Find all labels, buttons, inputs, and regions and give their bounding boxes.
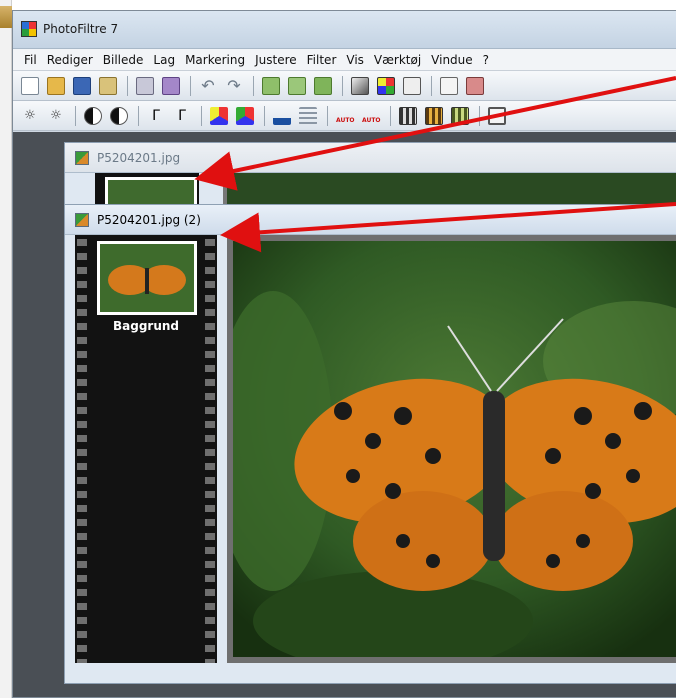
paste-icon[interactable] — [99, 76, 117, 95]
frame-icon[interactable] — [488, 106, 506, 125]
filmstrip-sprockets-right — [205, 235, 215, 663]
auto-contrast-icon[interactable]: AUTO — [362, 107, 381, 125]
gray-icon[interactable] — [351, 76, 369, 95]
menu-justere[interactable]: Justere — [250, 53, 302, 67]
sharpen-icon[interactable] — [273, 106, 291, 125]
toolbar-separator — [75, 105, 76, 126]
toolbar-separator — [431, 75, 432, 96]
layers-filmstrip: Baggrund — [75, 235, 217, 663]
document-title-back: P5204201.jpg — [97, 151, 181, 165]
save-icon[interactable] — [73, 76, 91, 95]
gamma-minus-icon[interactable]: Γ — [147, 107, 165, 125]
grid3-icon[interactable] — [451, 106, 469, 125]
menu-rediger[interactable]: Rediger — [42, 53, 98, 67]
contrast-plus-icon[interactable] — [110, 106, 128, 125]
menu-billede[interactable]: Billede — [98, 53, 149, 67]
filter-toolbar: ☼ ☼ Γ Γ AUTO AUTO — [13, 101, 676, 131]
menu-help[interactable]: ? — [478, 53, 494, 67]
gamma-plus-icon[interactable]: Γ — [173, 107, 191, 125]
menu-markering[interactable]: Markering — [180, 53, 250, 67]
menu-vindue[interactable]: Vindue — [426, 53, 478, 67]
saturation-plus-icon[interactable] — [236, 106, 254, 125]
toolbar-separator — [201, 105, 202, 126]
butterfly-photo-icon — [233, 241, 676, 657]
background-window-corner — [0, 6, 12, 28]
saturation-minus-icon[interactable] — [210, 106, 228, 125]
app-titlebar[interactable]: PhotoFiltre 7 — [13, 11, 676, 49]
toolbar-separator — [253, 75, 254, 96]
brightness-minus-icon[interactable]: ☼ — [21, 107, 39, 125]
menu-vis[interactable]: Vis — [341, 53, 369, 67]
toolbar-separator — [342, 75, 343, 96]
filmstrip-sprockets-left — [77, 235, 87, 663]
menu-filter[interactable]: Filter — [302, 53, 342, 67]
auto-levels-icon[interactable]: AUTO — [336, 107, 355, 125]
open-icon[interactable] — [47, 76, 65, 95]
menu-vaerktoej[interactable]: Værktøj — [369, 53, 426, 67]
toolbar-separator — [327, 105, 328, 126]
more-icon[interactable] — [466, 76, 484, 95]
menu-fil[interactable]: Fil — [19, 53, 42, 67]
photofiltre-logo-icon — [21, 21, 37, 37]
brightness-plus-icon[interactable]: ☼ — [47, 107, 65, 125]
document-titlebar-front[interactable]: P5204201.jpg (2) — [65, 205, 676, 235]
canvas-size-icon[interactable] — [288, 76, 306, 95]
app-title: PhotoFiltre 7 — [43, 22, 119, 36]
levels-icon[interactable] — [403, 76, 421, 95]
copy-icon[interactable] — [440, 76, 458, 95]
image-file-icon — [75, 151, 89, 165]
document-titlebar-back[interactable]: P5204201.jpg — [65, 143, 676, 173]
undo-icon[interactable]: ↶ — [199, 76, 217, 95]
toolbar-separator — [138, 105, 139, 126]
grid2-icon[interactable] — [425, 106, 443, 125]
document-title-front: P5204201.jpg (2) — [97, 213, 201, 227]
grid1-icon[interactable] — [399, 106, 417, 125]
contrast-minus-icon[interactable] — [84, 106, 102, 125]
butterfly-thumb-icon — [100, 244, 194, 312]
toolbar-separator — [479, 105, 480, 126]
print-icon[interactable] — [136, 76, 154, 95]
image-file-icon — [75, 213, 89, 227]
image-size-icon[interactable] — [262, 76, 280, 95]
palette-icon[interactable] — [377, 76, 395, 95]
toolbar-separator — [264, 105, 265, 126]
toolbar-separator — [390, 105, 391, 126]
menu-bar: Fil Rediger Billede Lag Markering Juster… — [13, 49, 676, 71]
blur-icon[interactable] — [299, 106, 317, 125]
redo-icon[interactable]: ↷ — [225, 76, 243, 95]
main-toolbar: ↶ ↷ — [13, 71, 676, 101]
menu-lag[interactable]: Lag — [148, 53, 180, 67]
crop-icon[interactable] — [314, 76, 332, 95]
layer-thumbnail[interactable] — [97, 241, 197, 315]
toolbar-separator — [190, 75, 191, 96]
document-window-front[interactable]: P5204201.jpg (2) Baggrund — [64, 204, 676, 684]
photo-display[interactable] — [233, 241, 676, 657]
image-canvas[interactable] — [227, 235, 676, 663]
background-window-edge — [0, 0, 12, 698]
layer-label: Baggrund — [112, 319, 180, 333]
scan-icon[interactable] — [162, 76, 180, 95]
toolbar-separator — [127, 75, 128, 96]
new-icon[interactable] — [21, 76, 39, 95]
